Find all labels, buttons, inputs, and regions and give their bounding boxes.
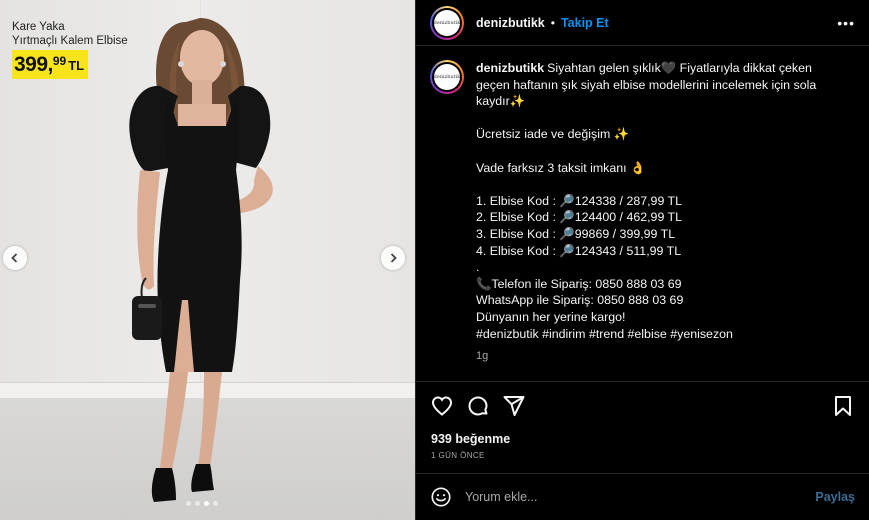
- bookmark-icon[interactable]: [831, 394, 855, 418]
- send-icon[interactable]: [502, 394, 526, 418]
- carousel-dot: [213, 501, 218, 506]
- caption-intro-line: denizbutikk Siyahtan gelen şıklık🖤 Fiyatl…: [476, 60, 836, 110]
- instagram-post-modal: Kare Yaka Yırtmaçlı Kalem Elbise 399,99 T…: [0, 0, 869, 520]
- carousel-dot: [204, 501, 209, 506]
- chevron-right-icon: [390, 253, 397, 263]
- caption-item-2: 2. Elbise Kod : 🔎124400 / 462,99 TL: [476, 210, 683, 225]
- header-username[interactable]: denizbutikk: [476, 16, 545, 30]
- chevron-left-icon: [11, 253, 18, 263]
- post-side-panel: denizbutik denizbutikk • Takip Et ••• de…: [415, 0, 869, 520]
- promo-line-2: Yırtmaçlı Kalem Elbise: [12, 35, 128, 47]
- emoji-icon[interactable]: [430, 486, 452, 508]
- caption-item-4: 4. Elbise Kod : 🔎124343 / 511,99 TL: [476, 243, 682, 258]
- caption-cargo-line: Dünyanın her yerine kargo!: [476, 309, 626, 324]
- price-decimal: 99: [52, 54, 67, 68]
- carousel-dots: [186, 501, 218, 506]
- price-integer: 399,: [14, 53, 53, 76]
- comment-icon[interactable]: [466, 394, 490, 418]
- heart-icon[interactable]: [430, 394, 454, 418]
- promo-line-1: Kare Yaka: [12, 21, 65, 33]
- caption-section: denizbutik denizbutikk Siyahtan gelen şık…: [416, 46, 869, 381]
- promo-price: 399,99 TL: [12, 50, 89, 79]
- comment-input[interactable]: [465, 490, 816, 504]
- caption-phone-line: 📞Telefon ile Sipariş: 0850 888 03 69: [476, 276, 682, 291]
- caption-username[interactable]: denizbutikk: [476, 61, 544, 75]
- caption-whatsapp-line: WhatsApp ile Sipariş: 0850 888 03 69: [476, 293, 684, 308]
- caption-avatar-logo: denizbutik: [434, 64, 460, 90]
- comment-bar: Paylaş: [416, 473, 869, 520]
- carousel-dot: [195, 501, 200, 506]
- post-date: 1 GÜN ÖNCE: [431, 451, 485, 460]
- caption-return-line: Ücretsiz iade ve değişim ✨: [476, 127, 630, 142]
- caption-dot-line: .: [476, 260, 480, 275]
- likes-count[interactable]: 939 beğenme: [431, 432, 510, 446]
- post-header: denizbutik denizbutikk • Takip Et •••: [416, 0, 869, 46]
- carousel-prev-button[interactable]: [3, 246, 27, 270]
- promo-label: Kare Yaka Yırtmaçlı Kalem Elbise 399,99 T…: [12, 20, 128, 79]
- caption-hashtags[interactable]: #denizbutik #indirim #trend #elbise #yen…: [476, 326, 836, 343]
- caption-time[interactable]: 1g: [476, 348, 836, 365]
- more-options-icon[interactable]: •••: [837, 15, 855, 31]
- caption-avatar[interactable]: denizbutik: [430, 60, 464, 94]
- header-separator: •: [550, 15, 555, 30]
- caption-item-3: 3. Elbise Kod : 🔎99869 / 399,99 TL: [476, 226, 676, 241]
- follow-button[interactable]: Takip Et: [561, 16, 609, 30]
- post-comment-button[interactable]: Paylaş: [815, 490, 855, 504]
- avatar[interactable]: denizbutik: [430, 5, 464, 40]
- post-image[interactable]: Kare Yaka Yırtmaçlı Kalem Elbise 399,99 T…: [0, 0, 415, 520]
- caption-item-1: 1. Elbise Kod : 🔎124338 / 287,99 TL: [476, 193, 683, 208]
- price-currency: TL: [68, 58, 85, 73]
- avatar-logo: denizbutik: [434, 9, 460, 36]
- caption-installment-line: Vade farksız 3 taksit imkanı 👌: [476, 160, 646, 175]
- carousel-next-button[interactable]: [381, 246, 405, 270]
- action-bar: [416, 381, 869, 429]
- carousel-dot: [186, 501, 191, 506]
- caption-body: denizbutikk Siyahtan gelen şıklık🖤 Fiyatl…: [476, 60, 836, 381]
